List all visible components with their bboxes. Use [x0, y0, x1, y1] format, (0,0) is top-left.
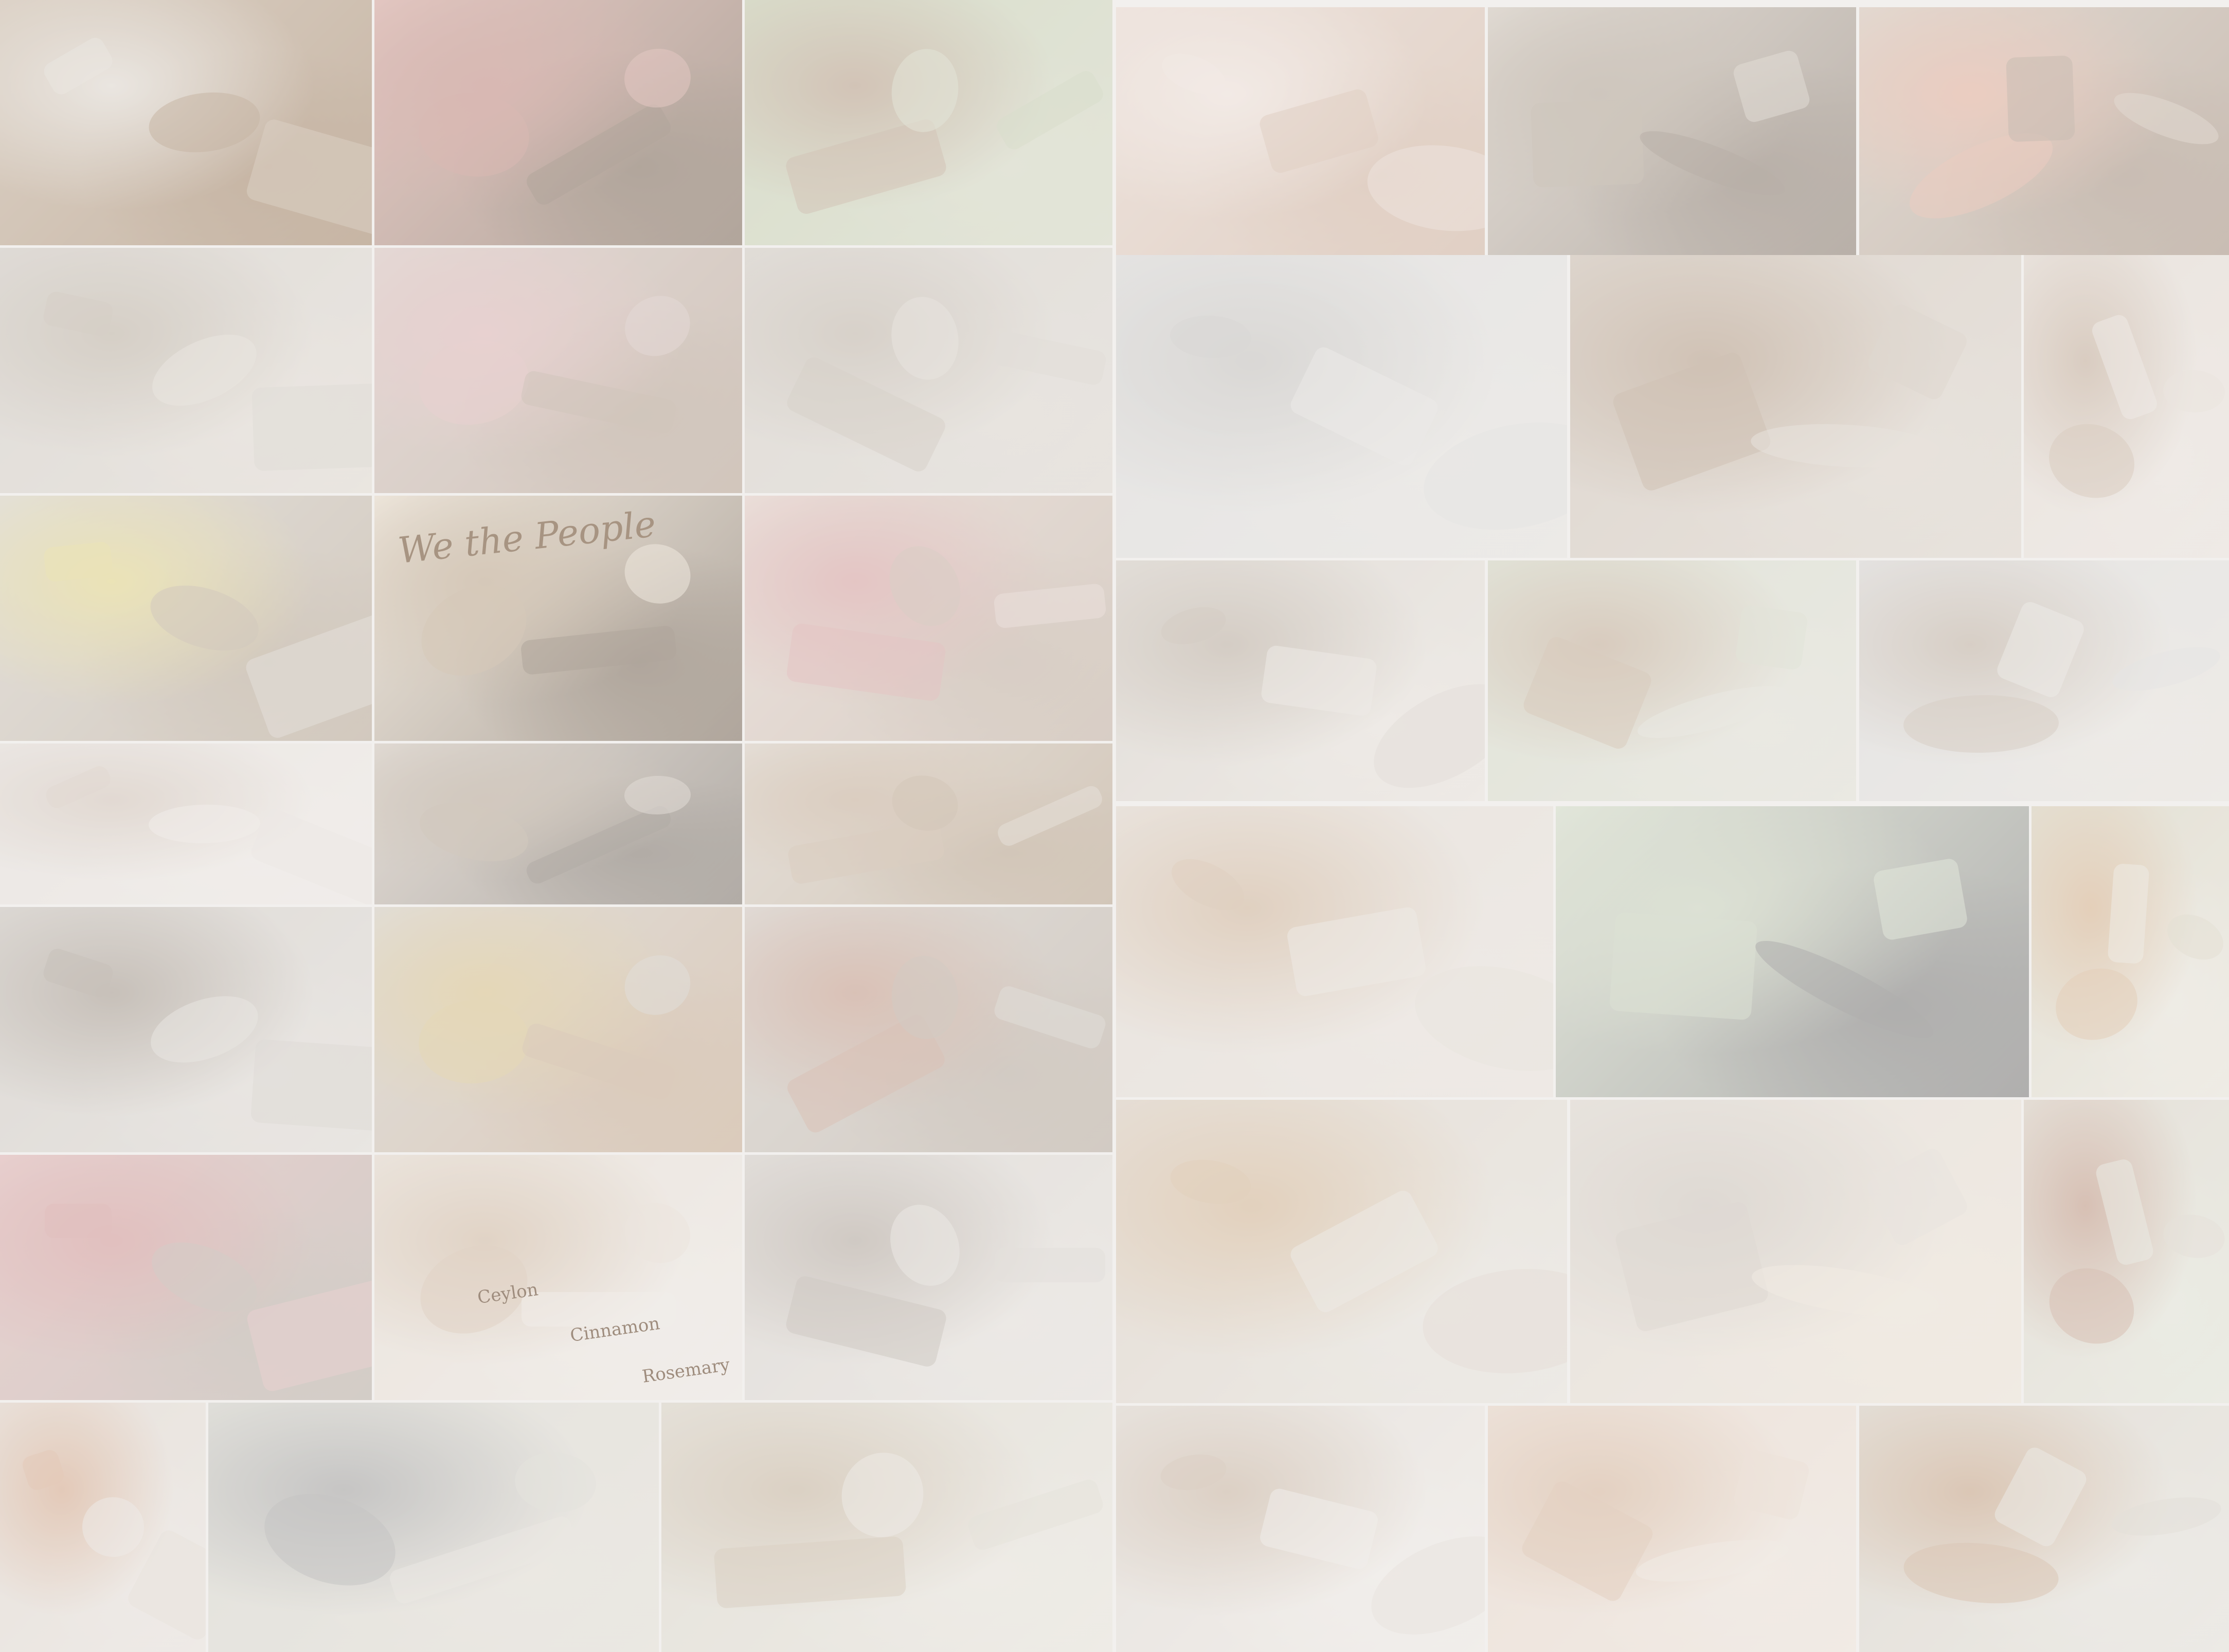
photo-silversmith-pouring: [0, 907, 372, 1152]
photo-writing-with-quill: [0, 743, 372, 904]
photo-printing-press-and-quill: [1488, 7, 1856, 255]
photo-detail: [250, 1039, 372, 1133]
photo-detail: [1531, 99, 1644, 188]
photo-scotch-egg-and-goblet: [1116, 806, 1553, 1097]
photo-leather-pouch: [2024, 1100, 2229, 1403]
photo-woodworking-hands: [745, 743, 1112, 904]
photo-apothecary-jars: Ceylon Cinnamon Rosemary: [374, 1155, 742, 1400]
photo-detail: [2107, 863, 2150, 965]
photo-copper-kettle: [0, 1403, 206, 1652]
photo-twine-spool: [1116, 7, 1485, 255]
photo-axe-handle: [1570, 255, 2021, 558]
photo-detail: [1872, 857, 1968, 941]
photo-detail: [1609, 912, 1758, 1021]
photo-muskets-on-stand: [0, 0, 372, 245]
photo-detail: [43, 541, 114, 583]
photo-bowl-of-nuts: [1488, 1406, 1856, 1652]
photo-detail: [2005, 56, 2075, 142]
photo-colonial-reenactor: [208, 1403, 659, 1652]
photo-sealed-envelope: [745, 496, 1112, 741]
photo-sewing-kit: [374, 248, 742, 493]
photo-quill-and-inkwell: [2024, 255, 2229, 558]
photo-coins-on-cloth: [0, 248, 372, 493]
photo-fiddle-and-bow: [1859, 1406, 2229, 1652]
photo-type-case: [745, 248, 1112, 493]
photo-quill-and-box: [1859, 560, 2229, 801]
photo-detail: [251, 382, 372, 471]
photo-hatchet-and-tools: [745, 907, 1112, 1152]
photo-powder-horn-and-tools: [374, 0, 742, 245]
photo-we-the-people-scroll: We the People: [374, 496, 742, 741]
photo-fiddle-player: [2032, 806, 2229, 1097]
photo-violins-on-table: [1116, 1100, 1567, 1403]
photo-woman-in-tent: [661, 1403, 1112, 1652]
photo-glass-marbles: [1116, 255, 1567, 558]
photo-detail: [44, 1204, 112, 1239]
photo-printing-type-plates: [374, 743, 742, 904]
photo-writing-desk-quill: [1116, 560, 1485, 801]
photo-compass-on-wood: [374, 907, 742, 1152]
photo-cooking-pan-over-fire: [745, 1155, 1112, 1400]
photo-bread-oven: [1570, 1100, 2021, 1403]
photo-sewing-tin: [0, 496, 372, 741]
photo-detail: [995, 1248, 1105, 1283]
photo-red-coat-musket: [0, 1155, 372, 1400]
photo-black-dog-on-grass: [1556, 806, 2029, 1097]
photo-musket-on-grass: [745, 0, 1112, 245]
photo-detail: [1734, 604, 1808, 671]
photo-cooking-fire: [1859, 7, 2229, 255]
photo-leather-journal: [1488, 560, 1856, 801]
photo-funnel-and-bottles: [1116, 1406, 1485, 1652]
